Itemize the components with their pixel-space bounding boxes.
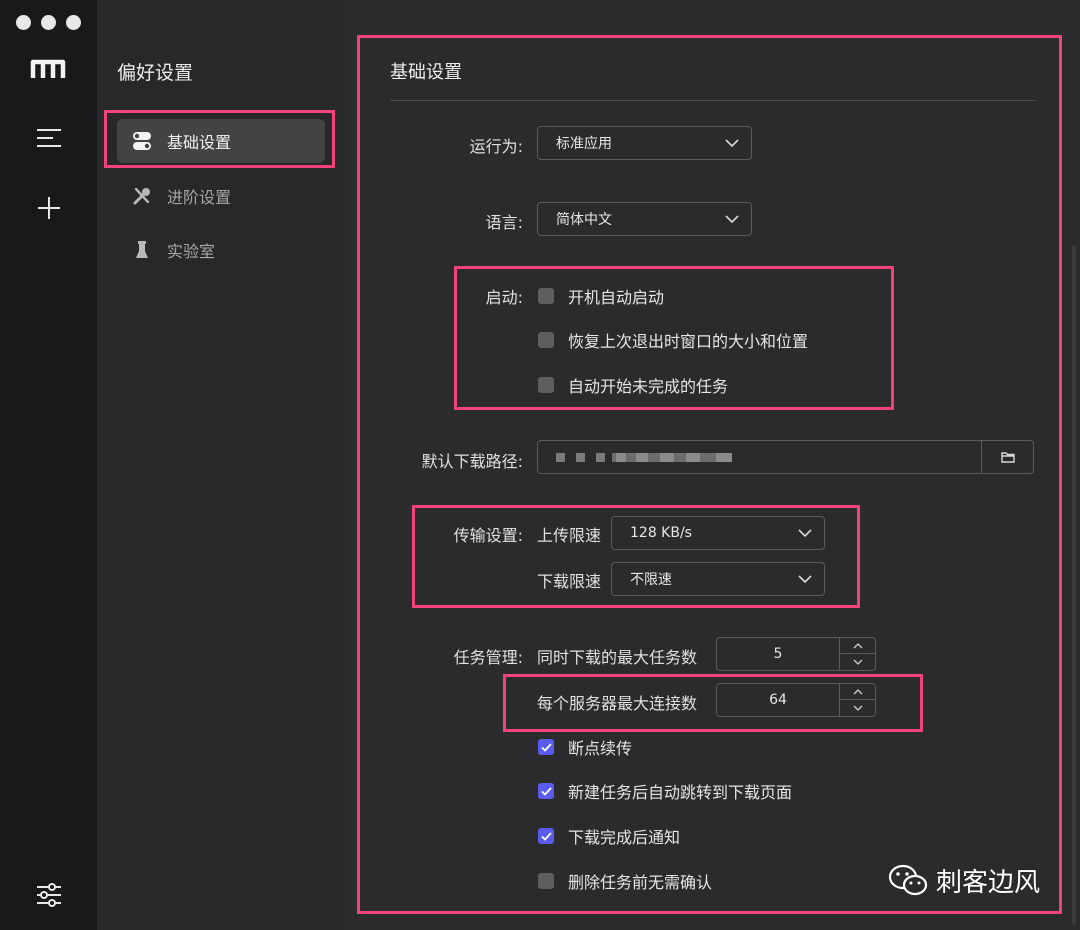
checkbox-label: 恢复上次退出时窗口的大小和位置	[568, 332, 809, 351]
max-connections-stepper[interactable]: 64	[716, 683, 876, 717]
checkbox-box	[538, 828, 554, 844]
task-management-label: 任务管理:	[453, 648, 523, 667]
preferences-nav: 偏好设置 基础设置 进阶设置 实验室	[97, 0, 344, 930]
max-connections-value[interactable]: 64	[717, 684, 839, 716]
chevron-down-icon	[798, 528, 812, 537]
add-task-icon[interactable]	[0, 196, 97, 220]
checkbox-box	[538, 377, 554, 393]
settings-panel: 基础设置 运行为: 标准应用 语言: 简体中文 启动: 开机自动启动 恢复上次退…	[344, 0, 1080, 930]
transfer-label: 传输设置:	[453, 526, 523, 545]
upload-limit-value: 128 KB/s	[630, 525, 692, 541]
checkbox-box	[538, 873, 554, 889]
download-limit-value: 不限速	[630, 572, 672, 588]
nav-item-advanced[interactable]: 进阶设置	[117, 174, 325, 218]
skip-delete-confirm-checkbox[interactable]: 删除任务前无需确认	[538, 869, 712, 893]
startup-label: 启动:	[485, 288, 523, 307]
page-title: 基础设置	[390, 62, 462, 83]
increment-button[interactable]	[840, 684, 876, 700]
startup-resume-tasks-checkbox[interactable]: 自动开始未完成的任务	[538, 373, 728, 397]
icon-rail	[0, 0, 97, 930]
max-tasks-value[interactable]: 5	[717, 638, 839, 670]
max-tasks-label: 同时下载的最大任务数	[537, 648, 698, 667]
toggle-icon	[117, 131, 167, 151]
chevron-down-icon	[853, 659, 863, 665]
nav-item-label: 实验室	[167, 242, 216, 261]
flask-icon	[117, 240, 167, 260]
decrement-button[interactable]	[840, 700, 876, 716]
checkbox-label: 下载完成后通知	[568, 828, 681, 847]
download-limit-label: 下载限速	[537, 572, 602, 591]
watermark-text: 刺客边风	[936, 868, 1041, 898]
chevron-up-icon	[853, 642, 863, 648]
checkbox-box	[538, 739, 554, 755]
run-as-value: 标准应用	[556, 136, 612, 152]
notify-on-complete-checkbox[interactable]: 下载完成后通知	[538, 824, 680, 848]
startup-restore-window-checkbox[interactable]: 恢复上次退出时窗口的大小和位置	[538, 328, 808, 352]
window-minimize-dot[interactable]	[41, 15, 56, 30]
task-list-icon[interactable]	[0, 128, 97, 148]
nav-item-basic[interactable]: 基础设置	[117, 119, 325, 163]
run-as-label: 运行为:	[469, 137, 523, 156]
app-logo-icon	[0, 58, 97, 80]
decrement-button[interactable]	[840, 654, 876, 670]
window-zoom-dot[interactable]	[66, 15, 81, 30]
max-connections-label: 每个服务器最大连接数	[537, 694, 698, 713]
window-close-dot[interactable]	[16, 15, 31, 30]
checkmark-icon	[540, 786, 552, 796]
max-tasks-stepper[interactable]: 5	[716, 637, 876, 671]
wrench-screwdriver-icon	[117, 186, 167, 206]
browse-folder-button[interactable]	[981, 440, 1034, 474]
nav-item-label: 进阶设置	[167, 188, 232, 207]
language-select[interactable]: 简体中文	[537, 202, 752, 236]
checkbox-label: 自动开始未完成的任务	[568, 377, 729, 396]
checkmark-icon	[540, 831, 552, 841]
checkbox-label: 新建任务后自动跳转到下载页面	[568, 783, 793, 802]
chevron-down-icon	[725, 138, 739, 147]
nav-item-label: 基础设置	[167, 133, 232, 152]
language-label: 语言:	[485, 213, 523, 232]
watermark: 刺客边风	[888, 862, 1040, 899]
title-divider	[390, 100, 1036, 101]
download-limit-select[interactable]: 不限速	[611, 562, 825, 596]
download-path-label: 默认下载路径:	[421, 452, 523, 471]
startup-auto-launch-checkbox[interactable]: 开机自动启动	[538, 284, 664, 308]
language-value: 简体中文	[556, 212, 612, 228]
scrollbar[interactable]	[1072, 245, 1076, 925]
jump-to-downloads-checkbox[interactable]: 新建任务后自动跳转到下载页面	[538, 779, 792, 803]
upload-limit-label: 上传限速	[537, 526, 602, 545]
blurred-path-text	[556, 453, 732, 462]
increment-button[interactable]	[840, 638, 876, 654]
wechat-icon	[888, 864, 928, 895]
upload-limit-select[interactable]: 128 KB/s	[611, 516, 825, 550]
checkbox-box	[538, 783, 554, 799]
chevron-down-icon	[798, 574, 812, 583]
preferences-sliders-icon[interactable]	[0, 882, 97, 908]
checkbox-box	[538, 288, 554, 304]
chevron-down-icon	[725, 214, 739, 223]
resume-download-checkbox[interactable]: 断点续传	[538, 735, 632, 759]
checkbox-label: 断点续传	[568, 739, 633, 758]
download-path-field[interactable]	[537, 440, 982, 474]
nav-item-lab[interactable]: 实验室	[117, 228, 325, 272]
nav-title: 偏好设置	[117, 62, 194, 84]
checkmark-icon	[540, 742, 552, 752]
checkbox-label: 删除任务前无需确认	[568, 873, 713, 892]
chevron-up-icon	[853, 688, 863, 694]
checkbox-label: 开机自动启动	[568, 288, 665, 307]
chevron-down-icon	[853, 705, 863, 711]
checkbox-box	[538, 332, 554, 348]
run-as-select[interactable]: 标准应用	[537, 126, 752, 160]
folder-icon	[1000, 452, 1015, 463]
